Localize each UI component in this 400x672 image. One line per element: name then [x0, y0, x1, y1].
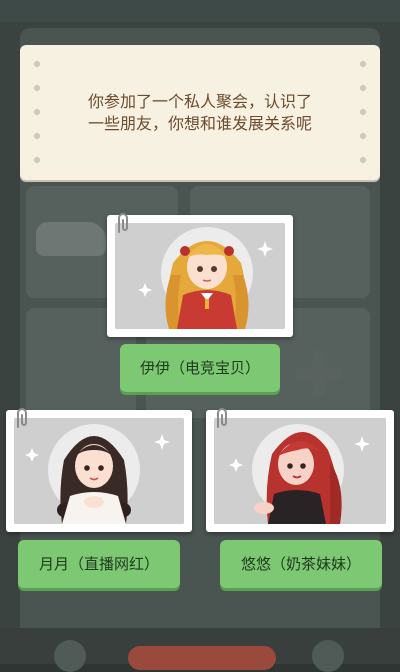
card-dot	[34, 61, 40, 67]
paperclip-icon	[217, 408, 227, 428]
card-dot	[34, 85, 40, 91]
card-dot	[34, 109, 40, 115]
question-text: 你参加了一个私人聚会，认识了 一些朋友，你想和谁发展关系呢	[62, 91, 338, 135]
background-plus-icon	[296, 350, 342, 396]
card-dot	[360, 61, 366, 67]
background-top-bar	[0, 0, 400, 22]
portrait-yiyi[interactable]	[107, 213, 293, 337]
background-red-button	[128, 646, 276, 670]
card-dot	[34, 133, 40, 139]
portrait-youyou[interactable]	[206, 408, 394, 532]
card-dot	[360, 85, 366, 91]
card-dot	[360, 109, 366, 115]
card-dot	[360, 133, 366, 139]
girl-redhead-portrait-icon	[214, 418, 386, 524]
portrait-yueyue[interactable]	[6, 408, 192, 532]
choice-button-yueyue[interactable]: 月月（直播网红）	[18, 540, 180, 588]
paperclip-icon	[17, 408, 27, 428]
paperclip-icon	[118, 213, 128, 233]
question-line-1: 你参加了一个私人聚会，认识了	[87, 92, 312, 111]
choice-button-yiyi[interactable]: 伊伊（电竞宝贝）	[120, 344, 280, 392]
choice-button-youyou[interactable]: 悠悠（奶茶妹妹）	[220, 540, 382, 588]
question-line-2: 一些朋友，你想和谁发展关系呢	[87, 114, 312, 133]
card-dot	[34, 157, 40, 163]
background-car	[36, 222, 106, 256]
girl-brunette-portrait-icon	[14, 418, 184, 524]
background-icon	[312, 640, 344, 672]
question-card: 你参加了一个私人聚会，认识了 一些朋友，你想和谁发展关系呢	[20, 45, 380, 180]
girl-blonde-portrait-icon	[115, 223, 285, 329]
card-dot	[360, 157, 366, 163]
background-icon	[54, 640, 86, 672]
